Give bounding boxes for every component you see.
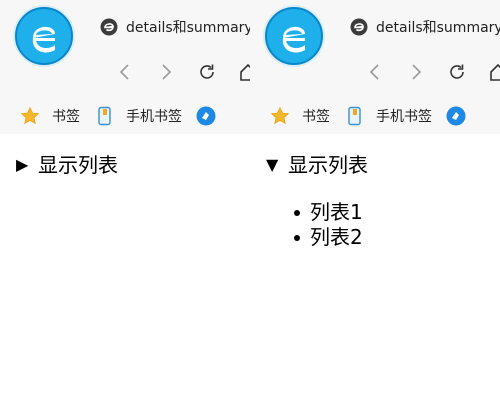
disclosure-triangle-icon: ▶ <box>16 155 29 174</box>
details-list: 列表1 列表2 <box>266 200 496 250</box>
bookmarks-bar: 书签 手机书签 <box>270 104 480 128</box>
bookmark-item-extension[interactable] <box>446 106 466 126</box>
phone-bookmark-icon <box>98 106 111 126</box>
navigation-bar <box>104 58 250 86</box>
details-summary[interactable]: ▼ 显示列表 <box>266 150 496 180</box>
refresh-button[interactable] <box>436 58 477 86</box>
bookmark-item-bookmarks[interactable]: 书签 <box>20 106 80 126</box>
shortcut-app-icon <box>196 106 216 126</box>
refresh-icon <box>199 64 214 79</box>
bookmarks-bar: 书签 手机书签 <box>20 104 230 128</box>
navigation-bar <box>354 58 500 86</box>
home-icon <box>489 63 500 81</box>
browser-chrome: details和summary 书签 手机书签 <box>0 0 250 134</box>
refresh-button[interactable] <box>186 58 227 86</box>
refresh-icon <box>449 64 464 79</box>
browser-logo-icon <box>13 5 75 67</box>
edge-icon <box>100 18 118 36</box>
bookmark-item-mobile-bookmarks[interactable]: 手机书签 <box>94 106 182 126</box>
bookmark-label: 手机书签 <box>126 109 182 125</box>
list-item: 列表1 <box>294 200 496 225</box>
edge-icon <box>350 18 368 36</box>
back-icon <box>119 64 129 80</box>
browser-tab[interactable]: details和summary <box>342 10 500 44</box>
details-element: ▶ 显示列表 <box>16 150 246 180</box>
disclosure-triangle-icon: ▼ <box>266 155 279 174</box>
bookmark-label: 书签 <box>52 109 80 125</box>
forward-button[interactable] <box>395 58 436 86</box>
right-browser-pane: details和summary 书签 手机书签 ▼ 显示列表 列表1 列表2 <box>250 0 500 400</box>
forward-button[interactable] <box>145 58 186 86</box>
home-button[interactable] <box>227 58 250 86</box>
bookmark-item-bookmarks[interactable]: 书签 <box>270 106 330 126</box>
back-icon <box>369 64 379 80</box>
back-button[interactable] <box>104 58 145 86</box>
home-icon <box>239 63 250 81</box>
browser-chrome: details和summary 书签 手机书签 <box>250 0 500 134</box>
summary-text: 显示列表 <box>38 153 118 177</box>
back-button[interactable] <box>354 58 395 86</box>
home-button[interactable] <box>477 58 500 86</box>
shortcut-app-icon <box>446 106 466 126</box>
forward-icon <box>161 64 171 80</box>
phone-bookmark-icon <box>348 106 361 126</box>
star-icon <box>20 106 40 125</box>
bookmark-label: 手机书签 <box>376 109 432 125</box>
details-element: ▼ 显示列表 列表1 列表2 <box>266 150 496 250</box>
left-browser-pane: details和summary 书签 手机书签 ▶ 显示列表 <box>0 0 250 400</box>
browser-logo-icon <box>263 5 325 67</box>
details-summary[interactable]: ▶ 显示列表 <box>16 150 246 180</box>
bookmark-label: 书签 <box>302 109 330 125</box>
tab-title: details和summary <box>126 20 250 36</box>
star-icon <box>270 106 290 125</box>
forward-icon <box>411 64 421 80</box>
summary-text: 显示列表 <box>288 153 368 177</box>
list-item: 列表2 <box>294 225 496 250</box>
bookmark-item-mobile-bookmarks[interactable]: 手机书签 <box>344 106 432 126</box>
bookmark-item-extension[interactable] <box>196 106 216 126</box>
browser-tab[interactable]: details和summary <box>92 10 250 44</box>
tab-title: details和summary <box>376 20 500 36</box>
